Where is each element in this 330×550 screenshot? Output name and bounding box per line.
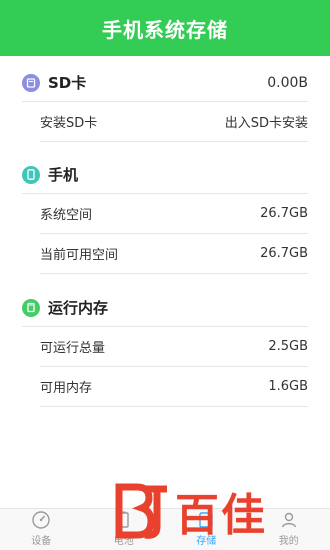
available-memory-row: 可用内存 1.6GB: [40, 367, 308, 407]
sd-card-section: SD卡 0.00B 安装SD卡 出入SD卡安装: [0, 64, 330, 142]
baijia-watermark: 百佳: [115, 478, 310, 544]
memory-section-header: 运行内存: [22, 289, 308, 327]
phone-icon: [22, 165, 40, 184]
sd-card-icon: [22, 73, 40, 92]
row-label: 安装SD卡: [40, 116, 98, 131]
phone-section: 手机 系统空间 26.7GB 当前可用空间 26.7GB: [0, 156, 330, 274]
install-sd-card-row[interactable]: 安装SD卡 出入SD卡安装: [40, 102, 308, 142]
memory-section: 运行内存 可运行总量 2.5GB 可用内存 1.6GB: [0, 289, 330, 407]
row-value: 出入SD卡安装: [224, 116, 308, 131]
row-label: 可用内存: [40, 381, 93, 396]
row-label: 可运行总量: [40, 341, 106, 356]
tab-label: 设备: [31, 536, 52, 547]
row-label: 系统空间: [40, 208, 93, 223]
row-value: 2.5GB: [268, 339, 308, 354]
section-title: 运行内存: [48, 299, 109, 317]
section-title: SD卡: [48, 74, 87, 92]
system-space-row: 系统空间 26.7GB: [40, 194, 308, 234]
page-title: 手机系统存储: [102, 17, 228, 42]
tab-device[interactable]: 设备: [0, 509, 83, 550]
phone-section-header: 手机: [22, 156, 308, 194]
row-value: 1.6GB: [268, 379, 308, 394]
available-space-row: 当前可用空间 26.7GB: [40, 234, 308, 274]
total-memory-row: 可运行总量 2.5GB: [40, 327, 308, 367]
row-value: 26.7GB: [260, 206, 308, 221]
watermark-text: 百佳: [175, 490, 267, 541]
dashboard-icon: [32, 511, 50, 529]
section-value: 0.00B: [267, 74, 308, 91]
row-label: 当前可用空间: [40, 248, 119, 263]
section-title: 手机: [48, 166, 79, 184]
sd-card-section-header: SD卡 0.00B: [22, 64, 308, 102]
baijia-logo-icon: [115, 483, 167, 539]
row-value: 26.7GB: [260, 246, 308, 261]
memory-icon: [22, 298, 40, 317]
app-header: 手机系统存储: [0, 0, 330, 56]
